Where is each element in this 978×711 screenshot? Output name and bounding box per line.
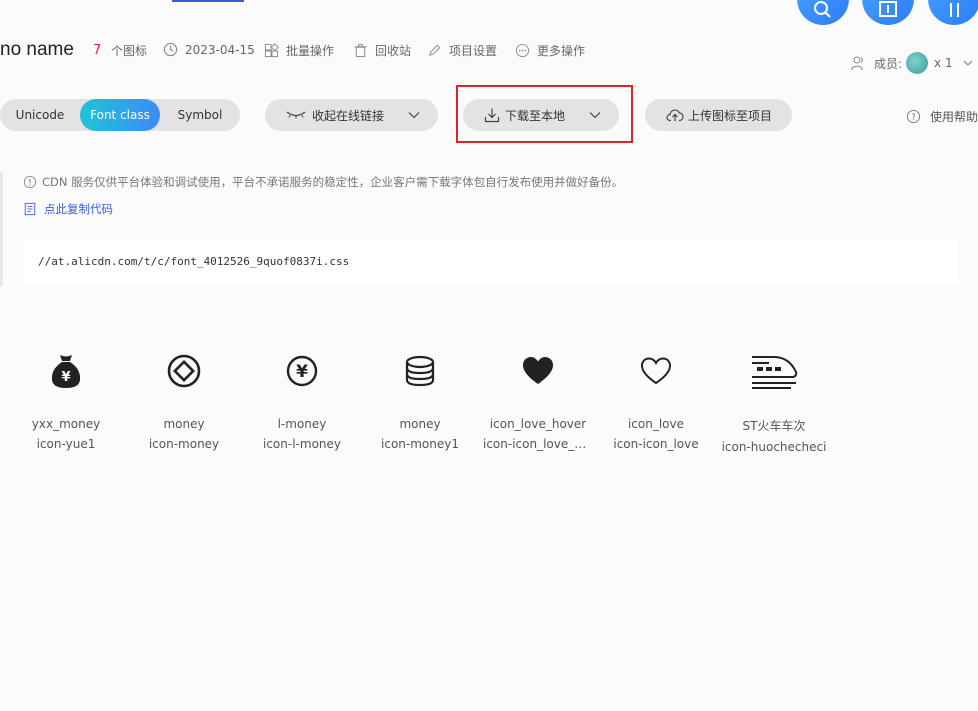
cdn-notice: CDN 服务仅供平台体验和调试使用，平台不承诺服务的稳定性，企业客户需下载字体包… — [23, 174, 623, 190]
icon-count-label: 个图标 — [111, 44, 148, 58]
icon-class-name: icon-money — [148, 437, 220, 451]
icon-name: l-money — [277, 417, 327, 431]
icon-class-name: icon-icon_love — [613, 437, 699, 451]
icon-class-name: icon-money1 — [381, 437, 459, 451]
icon-name: icon_love — [627, 417, 685, 431]
members-area[interactable]: 成员: x 1 — [850, 52, 973, 74]
project-settings-link[interactable]: 项目设置 — [427, 42, 497, 59]
info-left-border — [0, 172, 3, 286]
collapse-online-link-label: 收起在线链接 — [312, 108, 385, 123]
icon-card-yxx-money[interactable]: ¥ yxx_money icon-yue1 — [7, 345, 125, 451]
upload-icons-button[interactable]: 上传图标至项目 — [645, 99, 792, 131]
help-label: 使用帮助 — [930, 110, 978, 124]
format-tabs: Unicode Font class Symbol — [0, 99, 240, 131]
clock-icon — [163, 42, 178, 57]
icon-class-name: icon-l-money — [263, 437, 341, 451]
icon-name: yxx_money — [31, 417, 101, 431]
eye-closed-icon — [286, 111, 306, 119]
icon-card-love-hover[interactable]: icon_love_hover icon-icon_love_h... — [479, 345, 597, 451]
icon-card-love[interactable]: icon_love icon-icon_love — [597, 345, 715, 451]
document-copy-icon — [24, 202, 36, 216]
icon-card-train[interactable]: ST火车车次 icon-huochecheci — [715, 345, 833, 454]
batch-action-link[interactable]: 批量操作 — [264, 42, 334, 59]
icon-name: ST火车车次 — [742, 419, 806, 433]
svg-text:¥: ¥ — [296, 362, 308, 382]
icon-name: icon_love_hover — [489, 417, 587, 431]
created-date: 2023-04-15 — [163, 42, 255, 57]
grid-select-icon — [264, 43, 279, 58]
icon-class-name: icon-icon_love_h... — [483, 437, 594, 451]
svg-text:¥: ¥ — [61, 370, 70, 385]
yen-circle-icon: ¥ — [286, 355, 318, 387]
tab-font-class[interactable]: Font class — [80, 99, 160, 131]
avatar — [906, 52, 929, 74]
collapse-online-link-button[interactable]: 收起在线链接 — [265, 99, 438, 131]
tab-unicode[interactable]: Unicode — [0, 99, 80, 131]
coin-stack-icon — [405, 355, 435, 387]
help-link[interactable]: ? 使用帮助 — [906, 108, 978, 125]
recycle-bin-link[interactable]: 回收站 — [353, 42, 411, 59]
svg-text:?: ? — [911, 112, 915, 122]
copy-code-link[interactable]: 点此复制代码 — [23, 201, 113, 217]
more-dots-icon — [515, 43, 530, 58]
sort-button[interactable] — [928, 0, 978, 25]
sort-arrows-icon — [950, 3, 959, 17]
train-icon — [752, 356, 798, 389]
question-circle-icon: ? — [906, 109, 921, 124]
cloud-upload-icon — [666, 109, 684, 122]
icon-card-money[interactable]: money icon-money — [125, 345, 243, 451]
icon-card-money1[interactable]: money icon-money1 — [361, 345, 479, 451]
search-button[interactable] — [797, 0, 849, 25]
icon-class-name: icon-huochecheci — [721, 440, 827, 454]
coin-circle-icon — [167, 354, 201, 388]
heart-outline-icon — [640, 357, 672, 385]
icon-card-l-money[interactable]: ¥ l-money icon-l-money — [243, 345, 361, 451]
users-icon — [851, 56, 863, 71]
search-icon — [814, 1, 831, 18]
tab-symbol[interactable]: Symbol — [160, 99, 240, 131]
css-link-code[interactable]: //at.alicdn.com/t/c/font_4012526_9quof08… — [38, 255, 349, 268]
trash-icon — [354, 43, 367, 58]
top-link-underline — [172, 0, 244, 2]
add-box-icon — [879, 1, 897, 17]
icon-name: money — [399, 417, 441, 431]
icon-name: money — [163, 417, 205, 431]
more-actions-link[interactable]: 更多操作 — [515, 42, 585, 59]
upload-icons-label: 上传图标至项目 — [688, 108, 773, 123]
add-icon-button[interactable] — [862, 0, 914, 25]
highlight-annotation-box — [456, 85, 633, 143]
members-count: x 1 — [934, 56, 953, 70]
chevron-down-icon — [408, 112, 420, 119]
pencil-icon — [429, 44, 441, 56]
chevron-down-icon — [963, 60, 973, 66]
members-label: 成员: — [874, 56, 903, 71]
project-title: no name — [0, 39, 74, 60]
info-circle-icon — [23, 175, 37, 189]
heart-filled-icon — [523, 357, 553, 384]
icon-count: 7 — [93, 43, 102, 58]
icon-class-name: icon-yue1 — [36, 437, 96, 451]
money-bag-icon: ¥ — [51, 355, 81, 388]
